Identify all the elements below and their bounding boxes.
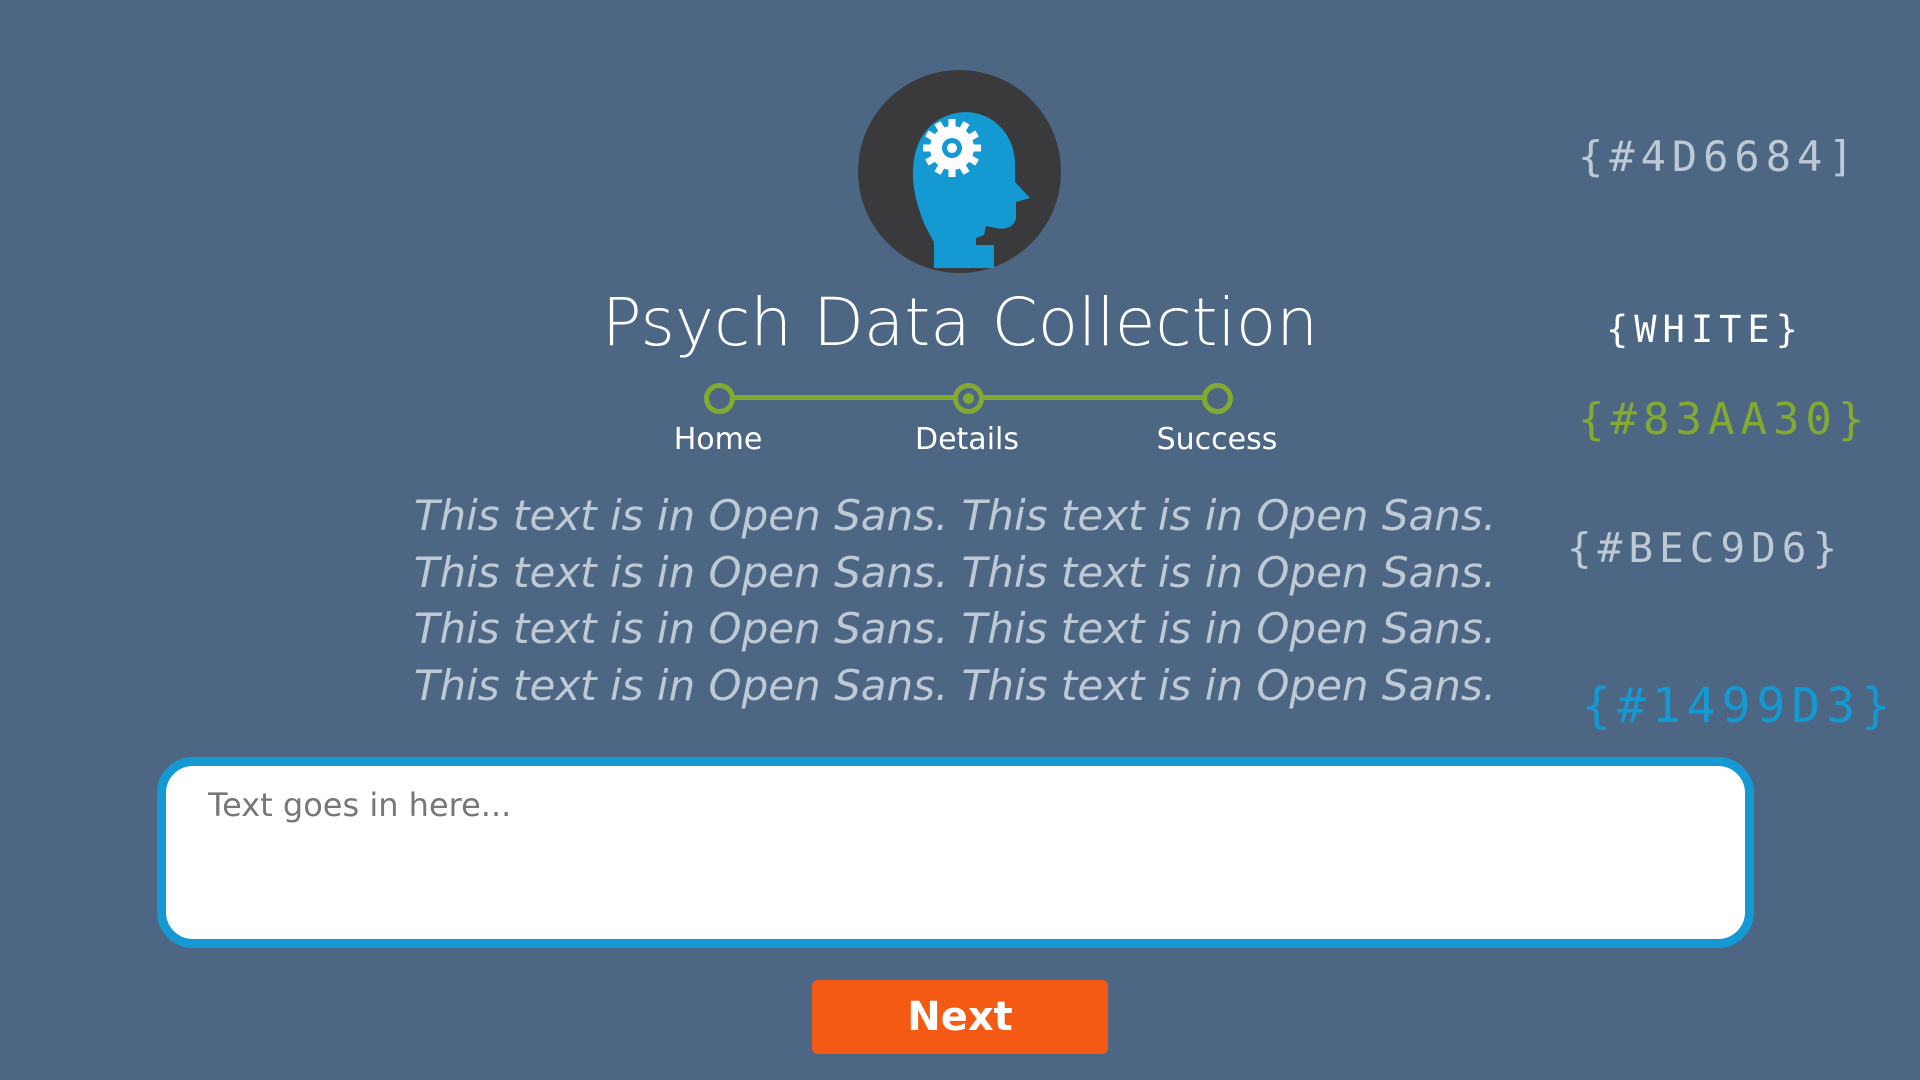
color-label-grey-blue: {#BEC9D6}: [1567, 524, 1844, 572]
text-input[interactable]: [208, 786, 1688, 926]
step-dot-details[interactable]: [953, 383, 984, 414]
paragraph-line: This text is in Open Sans. This text is …: [413, 604, 1497, 653]
step-label-details[interactable]: Details: [877, 420, 1057, 460]
text-input-container: [157, 757, 1754, 948]
paragraph-line: This text is in Open Sans. This text is …: [413, 660, 1497, 710]
color-label-background: {#4D6684]: [1578, 132, 1860, 181]
body-paragraph: This text is in Open Sans. This text is …: [380, 488, 1530, 714]
color-label-white: {WHITE}: [1606, 308, 1804, 351]
paragraph-line: This text is in Open Sans. This text is …: [413, 547, 1497, 597]
color-label-green: {#83AA30}: [1578, 394, 1871, 445]
paragraph-line: This text is in Open Sans. This text is …: [413, 491, 1497, 540]
page-title: Psych Data Collection: [601, 284, 1319, 361]
step-label-success[interactable]: Success: [1127, 420, 1307, 460]
step-label-home[interactable]: Home: [628, 420, 808, 460]
step-dot-success[interactable]: [1202, 383, 1233, 414]
step-dot-home[interactable]: [704, 383, 735, 414]
next-button[interactable]: Next: [812, 980, 1108, 1054]
head-gear-icon: [912, 112, 1030, 269]
color-label-blue: {#1499D3}: [1582, 678, 1897, 734]
app-logo: [858, 70, 1061, 273]
